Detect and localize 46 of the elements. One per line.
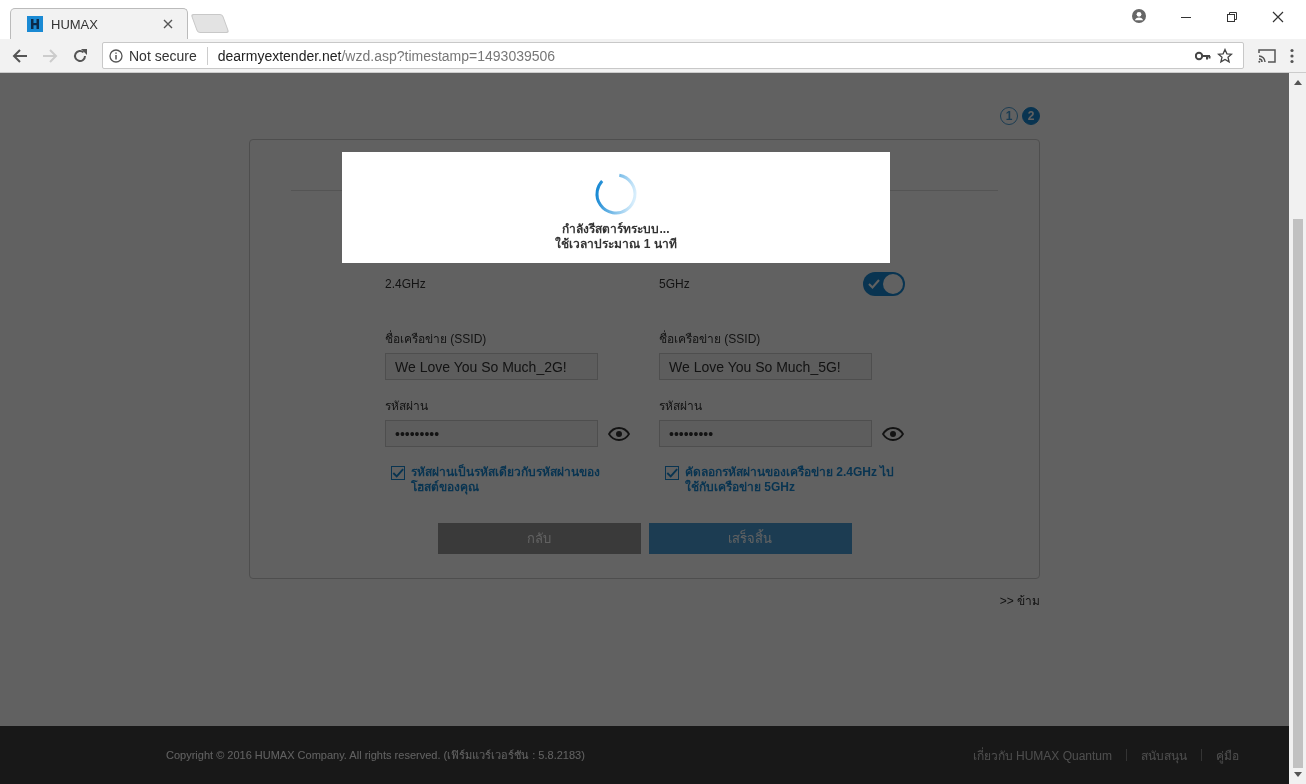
ssid-field[interactable]: We Love You So Much_2G! — [385, 353, 598, 380]
field-label: ชื่อเครือข่าย (SSID) — [385, 329, 488, 348]
browser-tab[interactable]: HUMAX — [10, 8, 188, 39]
ssid-field[interactable]: We Love You So Much_5G! — [659, 353, 872, 380]
eye-icon[interactable] — [608, 427, 630, 441]
password-field[interactable]: ••••••••• — [659, 420, 872, 447]
scroll-up-icon[interactable] — [1293, 79, 1302, 85]
tab-title: HUMAX — [51, 16, 99, 32]
menu-icon[interactable] — [1290, 47, 1294, 64]
check-icon — [868, 279, 880, 289]
field-label: รหัสผ่าน — [385, 398, 429, 415]
url-path: /wzd.asp?timestamp=1493039506 — [341, 47, 556, 64]
address-bar[interactable]: Not secure dearmyextender.net/wzd.asp?timestamp=1493039506 — [102, 42, 1244, 69]
humax-logo-icon — [27, 16, 43, 32]
security-label: Not secure — [129, 47, 197, 64]
checkbox-label: รหัสผ่านเป็นรหัสเดียวกับรหัสผ่านของโฮสต์ของคุณ — [411, 465, 601, 495]
key-icon[interactable] — [1195, 50, 1211, 61]
scrollbar[interactable] — [1289, 73, 1306, 784]
status-message: กำลังรีสตาร์ทระบบ... — [562, 222, 670, 236]
status-message: ใช้เวลาประมาณ 1 นาที — [555, 237, 677, 252]
field-label: รหัสผ่าน — [659, 398, 703, 415]
star-icon[interactable] — [1217, 47, 1233, 64]
scroll-down-icon[interactable] — [1293, 772, 1302, 778]
profile-icon[interactable] — [1132, 9, 1146, 23]
spinner-icon — [594, 172, 638, 216]
skip-link[interactable]: >> ข้าม — [999, 591, 1040, 610]
back-arrow-icon[interactable] — [12, 47, 28, 64]
password-field[interactable]: ••••••••• — [385, 420, 598, 447]
band-label: 5GHz — [659, 277, 690, 291]
url-host: dearmyextender.net — [217, 47, 342, 64]
close-tab-icon[interactable] — [163, 19, 173, 29]
finish-button[interactable]: เสร็จสิ้น — [648, 523, 852, 554]
copyright-text: Copyright © 2016 HUMAX Company. All rights reserved. (เฟิร์มแวร์เวอร์ชัน : 5.8.2183) — [166, 748, 585, 763]
eye-icon[interactable] — [882, 427, 904, 441]
field-label: ชื่อเครือข่าย (SSID) — [659, 329, 762, 348]
checkbox[interactable] — [665, 466, 679, 480]
close-icon[interactable] — [1272, 11, 1284, 23]
checkbox[interactable] — [391, 466, 405, 480]
toggle-switch[interactable] — [863, 272, 905, 296]
reload-icon[interactable] — [72, 47, 88, 64]
checkbox-label: คัดลอกรหัสผ่านของเครือข่าย 2.4GHz ไปใช้กับเครือข่าย 5GHz — [685, 465, 896, 495]
step-indicator: 2 — [1022, 107, 1040, 125]
info-icon[interactable] — [109, 48, 123, 63]
cast-icon[interactable] — [1258, 48, 1276, 63]
restore-icon[interactable] — [1226, 11, 1238, 23]
band-label: 2.4GHz — [385, 277, 426, 291]
